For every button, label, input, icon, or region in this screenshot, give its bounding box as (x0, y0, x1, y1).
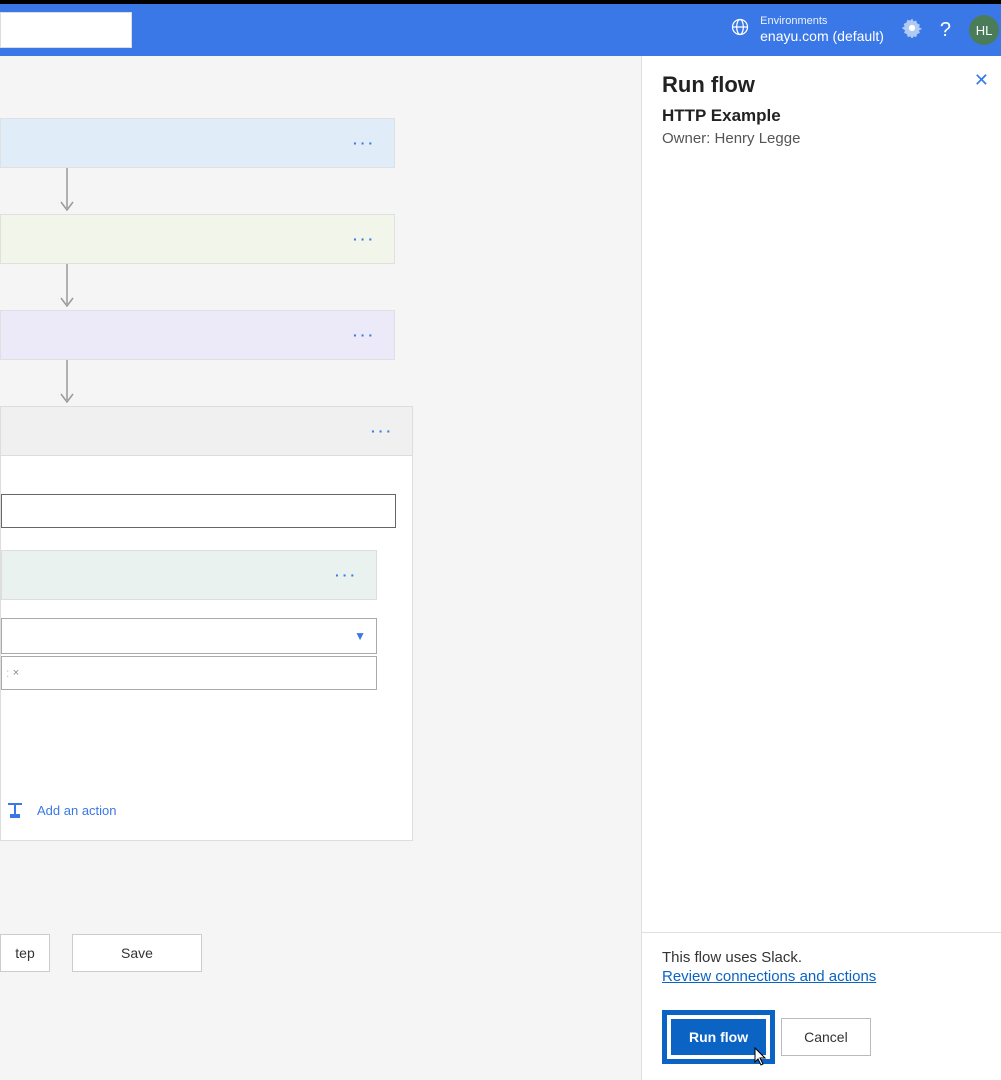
search-input[interactable] (0, 12, 132, 48)
more-icon[interactable]: ··· (353, 135, 376, 151)
flow-step-3[interactable]: ··· (0, 310, 395, 360)
chevron-down-icon: ▼ (354, 629, 366, 643)
flow-step-4-body: ··· ▼ : × Add an action (0, 456, 413, 841)
panel-uses-text: This flow uses Slack. (662, 949, 981, 966)
add-action-icon (5, 800, 25, 820)
more-icon[interactable]: ··· (371, 423, 394, 439)
new-step-button[interactable]: tep (0, 934, 50, 972)
token-field[interactable]: : × (1, 656, 377, 690)
review-connections-link[interactable]: Review connections and actions (662, 968, 876, 985)
help-icon[interactable]: ? (940, 19, 951, 42)
avatar[interactable]: HL (969, 15, 999, 45)
dropdown-field[interactable]: ▼ (1, 618, 377, 654)
flow-step-1[interactable]: ··· (0, 118, 395, 168)
more-icon[interactable]: ··· (353, 231, 376, 247)
gear-icon[interactable] (902, 18, 922, 43)
environment-name: enayu.com (default) (760, 28, 884, 45)
arrow-connector (52, 360, 82, 406)
inner-action-header[interactable]: ··· (1, 550, 377, 600)
panel-subtitle: HTTP Example (662, 106, 981, 126)
flow-field-input[interactable] (1, 494, 396, 528)
globe-icon (730, 17, 750, 42)
close-icon[interactable]: ✕ (974, 70, 989, 91)
flow-canvas: ··· ··· ··· ··· ··· ▼ : × (0, 56, 1001, 1080)
run-flow-panel: Run flow ✕ HTTP Example Owner: Henry Leg… (641, 56, 1001, 1080)
more-icon[interactable]: ··· (335, 567, 358, 583)
panel-owner: Owner: Henry Legge (662, 130, 981, 147)
more-icon[interactable]: ··· (353, 327, 376, 343)
add-action-label: Add an action (37, 803, 117, 818)
flow-step-4-header[interactable]: ··· (0, 406, 413, 456)
arrow-connector (52, 264, 82, 310)
add-action-button[interactable]: Add an action (5, 800, 412, 820)
save-button[interactable]: Save (72, 934, 202, 972)
app-header: Environments enayu.com (default) ? HL (0, 4, 1001, 56)
cancel-button[interactable]: Cancel (781, 1018, 871, 1056)
flow-step-2[interactable]: ··· (0, 214, 395, 264)
environment-label: Environments (760, 15, 884, 28)
token-remove-icon[interactable]: × (13, 667, 19, 679)
panel-title: Run flow (662, 72, 981, 98)
environment-picker[interactable]: Environments enayu.com (default) (730, 15, 884, 45)
run-flow-button[interactable]: Run flow (671, 1019, 766, 1055)
arrow-connector (52, 168, 82, 214)
